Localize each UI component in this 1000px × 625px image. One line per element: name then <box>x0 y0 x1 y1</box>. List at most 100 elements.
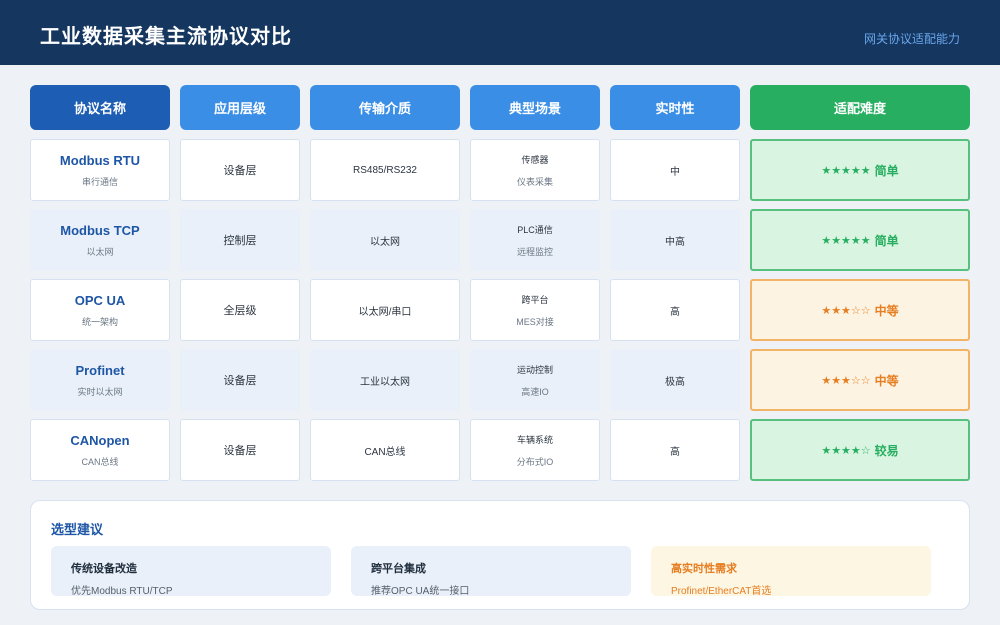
medium-cell: RS485/RS232 <box>310 139 460 201</box>
protocol-desc: CAN总线 <box>81 456 119 467</box>
advice-card-title: 高实时性需求 <box>671 563 737 575</box>
level-cell: 控制层 <box>180 209 300 271</box>
medium-cell: CAN总线 <box>310 419 460 481</box>
medium-value: 以太网 <box>370 236 400 248</box>
advice-card-desc: 推荐OPC UA统一接口 <box>371 586 470 597</box>
medium-value: 工业以太网 <box>360 376 410 388</box>
realtime-value: 高 <box>670 306 680 318</box>
difficulty-label: 简单 <box>874 233 899 248</box>
advice-card-realtime: 高实时性需求 Profinet/EtherCAT首选 <box>651 546 931 597</box>
difficulty-label: 中等 <box>874 373 899 388</box>
rating-stars: ★★★☆☆ <box>821 304 871 317</box>
protocol-desc: 以太网 <box>86 246 114 257</box>
scene-cell: 运动控制 高速IO <box>470 349 600 411</box>
selection-advice-panel: 选型建议 传统设备改造 优先Modbus RTU/TCP 跨平台集成 推荐OPC… <box>30 500 970 610</box>
medium-value: 以太网/串口 <box>358 306 412 318</box>
realtime-value: 中高 <box>665 236 685 248</box>
column-header-medium: 传输介质 <box>310 85 460 130</box>
table-row: CANopen CAN总线 设备层 CAN总线 车辆系统 分布式IO 高 ★★★… <box>0 419 1000 481</box>
scene-secondary: 远程监控 <box>516 246 553 257</box>
medium-cell: 工业以太网 <box>310 349 460 411</box>
medium-cell: 以太网 <box>310 209 460 271</box>
rating-stars: ★★★★★ <box>821 164 871 177</box>
medium-cell: 以太网/串口 <box>310 279 460 341</box>
difficulty-label: 中等 <box>874 303 899 318</box>
protocol-cell: Profinet 实时以太网 <box>30 349 170 411</box>
protocol-name: Modbus TCP <box>60 222 140 238</box>
realtime-value: 中 <box>670 166 680 178</box>
medium-value: RS485/RS232 <box>353 164 417 176</box>
advice-card-desc: 优先Modbus RTU/TCP <box>71 586 173 597</box>
realtime-cell: 中 <box>610 139 740 201</box>
table-row: Modbus TCP 以太网 控制层 以太网 PLC通信 远程监控 中高 ★★★… <box>0 209 1000 271</box>
protocol-desc: 串行通信 <box>81 176 118 187</box>
realtime-cell: 极高 <box>610 349 740 411</box>
advice-title: 选型建议 <box>51 522 104 537</box>
level-value: 设备层 <box>223 165 257 177</box>
level-value: 设备层 <box>223 445 257 457</box>
page-subtitle: 网关协议适配能力 <box>863 32 960 46</box>
realtime-cell: 中高 <box>610 209 740 271</box>
level-cell: 设备层 <box>180 349 300 411</box>
scene-primary: PLC通信 <box>517 224 553 235</box>
scene-secondary: 分布式IO <box>516 456 554 467</box>
level-value: 控制层 <box>223 235 257 247</box>
scene-cell: 跨平台 MES对接 <box>470 279 600 341</box>
advice-card-title: 传统设备改造 <box>71 563 137 575</box>
difficulty-cell: ★★★★★ 简单 <box>750 209 970 271</box>
difficulty-cell: ★★★☆☆ 中等 <box>750 349 970 411</box>
advice-card-title: 跨平台集成 <box>371 563 426 575</box>
protocol-cell: Modbus TCP 以太网 <box>30 209 170 271</box>
scene-cell: PLC通信 远程监控 <box>470 209 600 271</box>
table-row: Modbus RTU 串行通信 设备层 RS485/RS232 传感器 仪表采集… <box>0 139 1000 201</box>
table-row: Profinet 实时以太网 设备层 工业以太网 运动控制 高速IO 极高 ★★… <box>0 349 1000 411</box>
protocol-cell: CANopen CAN总线 <box>30 419 170 481</box>
table-row: OPC UA 统一架构 全层级 以太网/串口 跨平台 MES对接 高 ★★★☆☆… <box>0 279 1000 341</box>
scene-primary: 传感器 <box>521 154 549 165</box>
protocol-desc: 实时以太网 <box>77 386 123 397</box>
difficulty-label: 较易 <box>874 443 899 458</box>
rating-stars: ★★★★☆ <box>821 444 871 457</box>
level-value: 设备层 <box>223 375 257 387</box>
protocol-desc: 统一架构 <box>81 316 118 327</box>
column-header-level: 应用层级 <box>180 85 300 130</box>
scene-secondary: 仪表采集 <box>516 176 553 187</box>
protocol-name: OPC UA <box>74 292 126 308</box>
protocol-cell: Modbus RTU 串行通信 <box>30 139 170 201</box>
scene-secondary: MES对接 <box>516 316 554 327</box>
column-header-scene: 典型场景 <box>470 85 600 130</box>
column-header-protocol: 协议名称 <box>30 85 170 130</box>
scene-cell: 传感器 仪表采集 <box>470 139 600 201</box>
scene-primary: 跨平台 <box>521 294 549 305</box>
protocol-name: CANopen <box>70 432 130 448</box>
difficulty-cell: ★★★★★ 简单 <box>750 139 970 201</box>
protocol-name: Modbus RTU <box>59 152 141 168</box>
top-bar: 工业数据采集主流协议对比 网关协议适配能力 <box>0 0 1000 65</box>
difficulty-cell: ★★★★☆ 较易 <box>750 419 970 481</box>
medium-value: CAN总线 <box>364 446 406 458</box>
difficulty-label: 简单 <box>874 163 899 178</box>
rating-stars: ★★★☆☆ <box>821 374 871 387</box>
scene-cell: 车辆系统 分布式IO <box>470 419 600 481</box>
scene-secondary: 高速IO <box>521 386 549 397</box>
advice-card-legacy: 传统设备改造 优先Modbus RTU/TCP <box>51 546 331 597</box>
level-cell: 设备层 <box>180 139 300 201</box>
level-cell: 设备层 <box>180 419 300 481</box>
column-header-difficulty: 适配难度 <box>750 85 970 130</box>
protocol-cell: OPC UA 统一架构 <box>30 279 170 341</box>
realtime-cell: 高 <box>610 419 740 481</box>
realtime-value: 高 <box>670 446 680 458</box>
protocol-name: Profinet <box>75 362 125 378</box>
column-header-realtime: 实时性 <box>610 85 740 130</box>
difficulty-cell: ★★★☆☆ 中等 <box>750 279 970 341</box>
level-value: 全层级 <box>223 305 257 317</box>
rating-stars: ★★★★★ <box>821 234 871 247</box>
realtime-value: 极高 <box>665 376 685 388</box>
advice-card-cross-platform: 跨平台集成 推荐OPC UA统一接口 <box>351 546 631 597</box>
advice-card-desc: Profinet/EtherCAT首选 <box>671 586 772 597</box>
realtime-cell: 高 <box>610 279 740 341</box>
scene-primary: 运动控制 <box>516 364 553 375</box>
level-cell: 全层级 <box>180 279 300 341</box>
scene-primary: 车辆系统 <box>516 434 553 445</box>
page-title: 工业数据采集主流协议对比 <box>40 26 292 48</box>
